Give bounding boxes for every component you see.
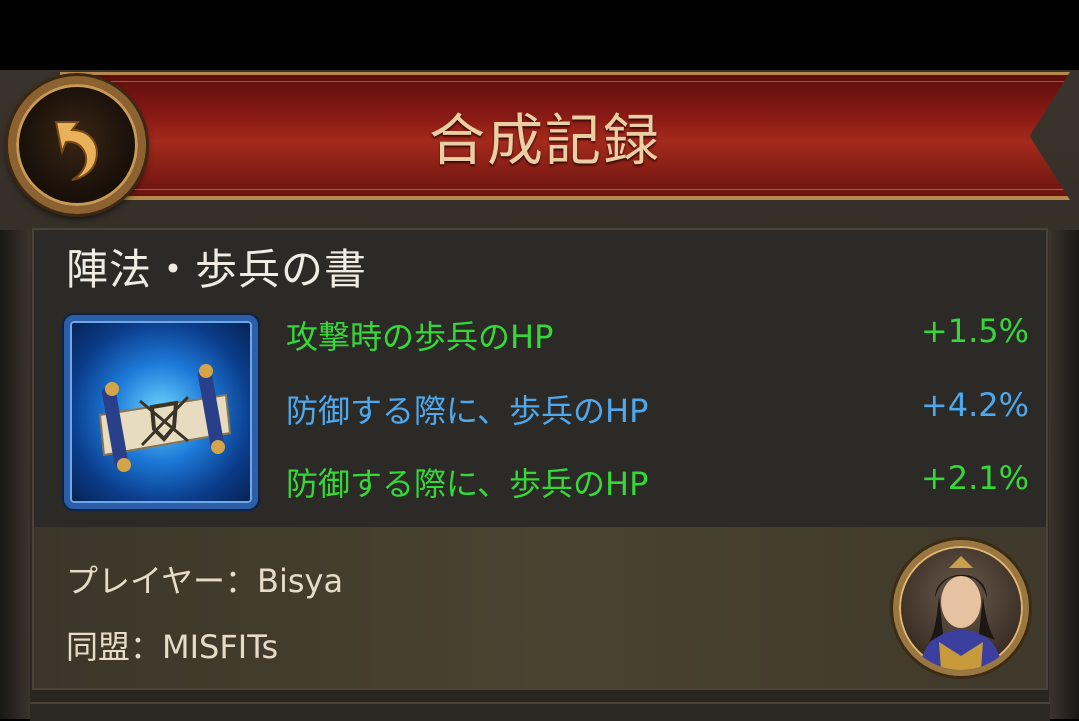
back-arrow-icon [54, 121, 98, 181]
next-record-edge [30, 702, 1050, 721]
stat-label-3: 防御する際に、歩兵のHP [286, 465, 649, 503]
stat-value-3: +2.1% [920, 459, 1029, 497]
back-button[interactable] [8, 76, 146, 214]
stat-value-1: +1.5% [920, 312, 1029, 350]
stat-label-2: 防御する際に、歩兵のHP [286, 392, 649, 430]
alliance-name: 同盟：MISFITs [66, 628, 279, 666]
item-icon-frame [64, 315, 258, 509]
player-portrait-avatar[interactable] [893, 540, 1029, 676]
frame-right-pillar [1049, 230, 1079, 719]
stat-value-2: +4.2% [920, 386, 1029, 424]
item-name: 陣法・歩兵の書 [66, 245, 368, 294]
player-name: プレイヤー：Bisya [66, 562, 344, 600]
stat-label-1: 攻撃時の歩兵のHP [286, 318, 554, 356]
portrait-icon [919, 556, 1003, 670]
page-title: 合成記録 [429, 109, 661, 174]
scroll-icon [98, 364, 232, 472]
frame-left-pillar [0, 230, 30, 719]
